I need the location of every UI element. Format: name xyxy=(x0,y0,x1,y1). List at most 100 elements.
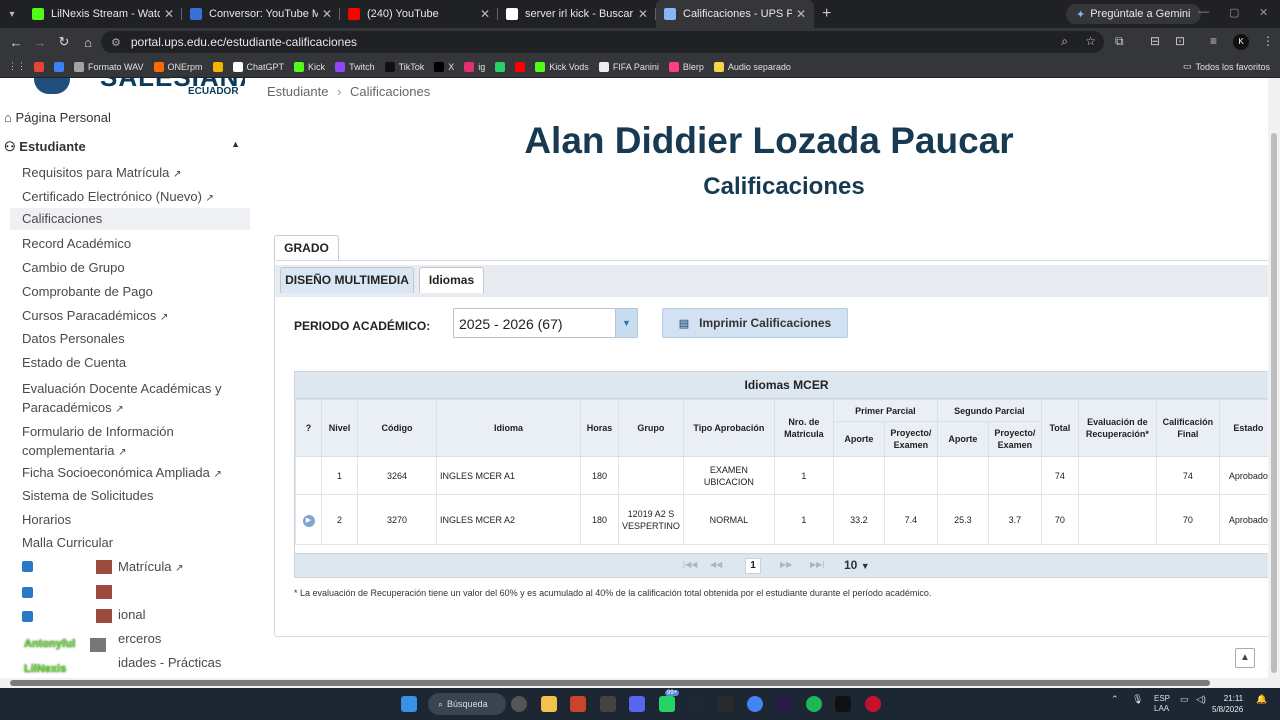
bookmark-item[interactable]: Audio separado xyxy=(713,61,791,72)
bookmark-item[interactable]: ONErpm xyxy=(153,61,203,72)
taskbar-clock[interactable]: 21:11 5/8/2026 xyxy=(1212,693,1243,715)
reload-icon[interactable]: ↻ xyxy=(52,34,76,50)
sidebar-item[interactable]: Evaluación Docente Académicas y Paracadém… xyxy=(22,379,221,419)
vertical-scrollbar[interactable] xyxy=(1268,78,1280,678)
taskbar-search[interactable]: ⌕ Búsqueda xyxy=(428,693,506,715)
bookmark-item[interactable]: Kick xyxy=(294,61,325,72)
file-explorer-icon[interactable] xyxy=(541,696,557,712)
notifications-bell-icon[interactable]: 🔔 xyxy=(1256,694,1267,705)
bookmark-item[interactable]: Blerp xyxy=(668,61,704,72)
game-app-icon[interactable] xyxy=(570,696,586,712)
close-tab-icon[interactable]: ✕ xyxy=(796,7,806,21)
gemini-button[interactable]: ✦ Pregúntale a Gemini xyxy=(1066,4,1201,24)
chrome-icon[interactable] xyxy=(747,696,763,712)
browser-tab[interactable]: Calificaciones - UPS Privado ✕ xyxy=(656,0,814,28)
sidebar-item[interactable]: Requisitos para Matrícula ↗ xyxy=(22,165,181,180)
sidebar-item-partial[interactable]: idades - Prácticas xyxy=(118,655,221,670)
sidebar-item[interactable]: Cambio de Grupo xyxy=(22,260,125,275)
bookmark-item[interactable]: TikTok xyxy=(384,61,424,72)
minimize-icon[interactable]: — xyxy=(1198,6,1209,18)
sidebar-item[interactable]: Formulario de Información complementaria … xyxy=(22,422,174,462)
bookmark-item[interactable]: Kick Vods xyxy=(535,61,589,72)
volume-icon[interactable]: ◁) xyxy=(1196,694,1206,705)
close-tab-icon[interactable]: ✕ xyxy=(638,7,648,21)
sidebar-section-estudiante[interactable]: ⚇ Estudiante ▲ xyxy=(4,139,240,155)
sidebar-item[interactable]: Estado de Cuenta xyxy=(22,355,126,370)
close-window-icon[interactable]: ✕ xyxy=(1259,6,1268,19)
sidebar-item[interactable]: Sistema de Solicitudes xyxy=(22,488,154,503)
bookmark-item[interactable]: X xyxy=(434,61,454,72)
sidebar-item[interactable]: Cursos Paracadémicos ↗ xyxy=(22,308,168,323)
sidebar-item-partial[interactable]: erceros xyxy=(118,631,161,646)
tray-overflow-icon[interactable]: ⌃ xyxy=(1111,694,1119,705)
sidebar-item-partial[interactable]: ional xyxy=(118,607,145,622)
rows-per-page-select[interactable]: 10 ▼ xyxy=(844,558,870,572)
sidebar-item[interactable]: Record Académico xyxy=(22,236,131,251)
bookmark-item[interactable] xyxy=(54,61,68,72)
browser-tab[interactable]: LilNexis Stream - Watch Live on Kick ✕ xyxy=(24,0,182,28)
tab-idiomas[interactable]: Idiomas xyxy=(419,267,484,293)
spotify-icon[interactable] xyxy=(806,696,822,712)
obs-icon[interactable] xyxy=(511,696,527,712)
premiere-icon[interactable] xyxy=(776,696,792,712)
start-menu-icon[interactable] xyxy=(401,696,417,712)
prev-page-icon[interactable]: ◀◀ xyxy=(710,560,722,569)
sidebar-item[interactable]: Calificaciones xyxy=(10,208,250,230)
bookmark-item[interactable] xyxy=(495,61,509,72)
bookmark-item[interactable]: Formato WAV xyxy=(74,61,144,72)
language-indicator[interactable]: ESP LAA xyxy=(1154,694,1170,714)
opera-icon[interactable] xyxy=(865,696,881,712)
browser-tab[interactable]: server irl kick - Buscar con Google ✕ xyxy=(498,0,656,28)
sidebar-item-pagina-personal[interactable]: ⌂ Página Personal xyxy=(4,110,111,125)
home-icon[interactable]: ⌂ xyxy=(76,35,100,50)
whatsapp-icon[interactable]: 99+ xyxy=(659,690,680,712)
sidebar-item[interactable]: Datos Personales xyxy=(22,331,125,346)
profile-avatar[interactable]: K xyxy=(1233,34,1249,50)
bookmark-star-icon[interactable]: ☆ xyxy=(1085,34,1096,48)
sidebar-item[interactable]: Comprobante de Pago xyxy=(22,284,153,299)
apps-grid-icon[interactable]: ⋮⋮ xyxy=(8,61,26,72)
bookmark-item[interactable]: ig xyxy=(464,61,485,72)
close-tab-icon[interactable]: ✕ xyxy=(480,7,490,21)
periodo-select[interactable]: 2025 - 2026 (67) ▼ xyxy=(453,308,638,338)
breadcrumb-item[interactable]: Estudiante xyxy=(267,84,328,99)
extensions-icon[interactable]: ⧉ xyxy=(1115,34,1124,49)
new-tab-button[interactable]: + xyxy=(814,5,839,23)
bookmark-item[interactable]: Twitch xyxy=(335,61,375,72)
sidebar-item[interactable]: Horarios xyxy=(22,512,71,527)
chevron-down-icon[interactable]: ▼ xyxy=(615,309,637,337)
scroll-to-top-button[interactable]: ▲ xyxy=(1235,648,1255,668)
steam-deck-icon[interactable] xyxy=(600,696,616,712)
all-bookmarks[interactable]: ▭ Todos los favoritos xyxy=(1183,61,1270,72)
zoom-icon[interactable]: ⌕ xyxy=(1061,34,1068,49)
browser-tab[interactable]: (240) YouTube ✕ xyxy=(340,0,498,28)
last-page-icon[interactable]: ▶▶| xyxy=(810,560,824,569)
sidebar-item-partial[interactable]: Matrícula ↗ xyxy=(88,559,183,574)
steam-icon[interactable] xyxy=(688,696,704,712)
browser-tab[interactable]: Conversor: YouTube MP3, TikTok ✕ xyxy=(182,0,340,28)
print-grades-button[interactable]: ▤ Imprimir Calificaciones xyxy=(662,308,848,338)
forward-icon[interactable]: → xyxy=(28,35,52,50)
tab-grado[interactable]: GRADO xyxy=(274,235,339,261)
sidebar-item[interactable]: Ficha Socioeconómica Ampliada ↗ xyxy=(22,465,222,480)
sidebar-item[interactable]: Certificado Electrónico (Nuevo) ↗ xyxy=(22,189,214,204)
microphone-icon[interactable]: 🎙 xyxy=(1132,694,1143,705)
maximize-icon[interactable]: ▢ xyxy=(1229,6,1239,19)
address-bar[interactable]: ⚙ portal.ups.edu.ec/estudiante-calificac… xyxy=(101,31,1104,53)
cast-icon[interactable]: ⊟ xyxy=(1150,34,1160,48)
bookmark-item[interactable] xyxy=(515,61,529,72)
tab-search-icon[interactable]: ▾ xyxy=(0,9,24,20)
scrollbar-thumb[interactable] xyxy=(1271,133,1277,673)
sidebar-item[interactable]: Malla Curricular xyxy=(22,535,113,550)
bookmark-item[interactable] xyxy=(34,61,48,72)
horizontal-scrollbar[interactable] xyxy=(0,678,1280,688)
scrollbar-thumb[interactable] xyxy=(10,680,1210,686)
network-icon[interactable]: ▭ xyxy=(1180,694,1189,705)
bookmark-item[interactable] xyxy=(212,61,227,72)
next-page-icon[interactable]: ▶▶ xyxy=(780,560,792,569)
first-page-icon[interactable]: |◀◀ xyxy=(683,560,697,569)
tiktok-icon[interactable] xyxy=(835,696,851,712)
discord-icon[interactable] xyxy=(629,696,645,712)
bookmark-item[interactable]: FIFA Panini xyxy=(598,61,659,72)
current-page[interactable]: 1 xyxy=(745,558,761,574)
